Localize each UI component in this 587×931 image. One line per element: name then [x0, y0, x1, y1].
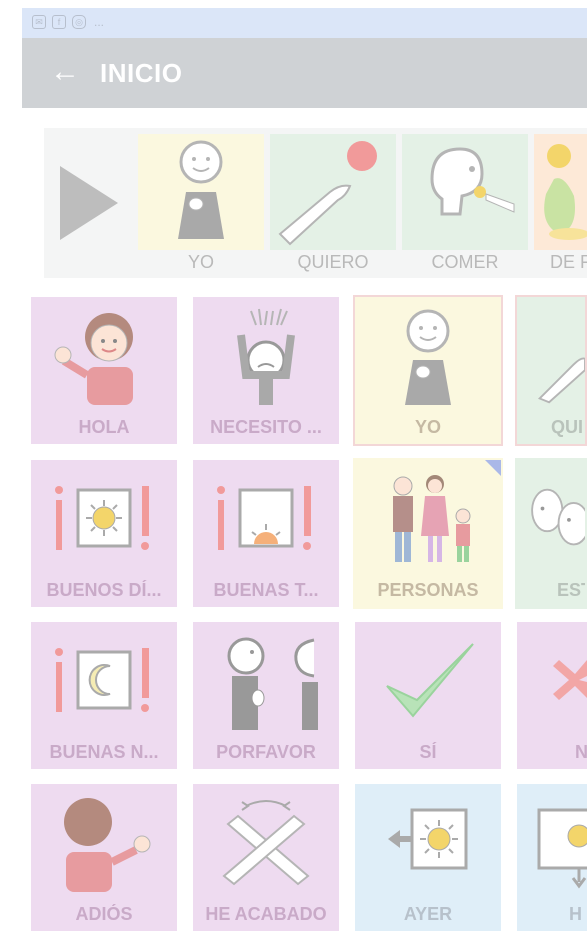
- mail-icon: ✉: [32, 15, 46, 29]
- sentence-word-label: YO: [187, 252, 214, 272]
- fruit-icon: [544, 144, 587, 240]
- girl-waving-goodbye-icon: [64, 798, 151, 892]
- play-icon[interactable]: [60, 166, 118, 240]
- two-people-asking-icon: [227, 637, 318, 730]
- tile-hoy[interactable]: H: [517, 784, 587, 931]
- person-eating-icon: [430, 147, 515, 216]
- tile-ayer[interactable]: AYER: [355, 784, 501, 931]
- tile-personas[interactable]: PERSONAS: [353, 458, 503, 609]
- tile-quiero[interactable]: QUI: [515, 295, 587, 446]
- tile-adios[interactable]: ADIÓS: [31, 784, 177, 931]
- tile-label: ADIÓS: [75, 904, 133, 924]
- status-bar: ✉ f ◎ ...: [22, 8, 587, 38]
- tile-label: YO: [414, 417, 441, 437]
- family-icon: [393, 475, 471, 562]
- more-notifications: ...: [94, 15, 105, 29]
- hand-reaching-icon: [537, 357, 585, 404]
- sentence-word-label: DE F: [550, 252, 587, 272]
- person-pointing-self-icon: [178, 140, 224, 239]
- page-title: INICIO: [100, 57, 183, 88]
- tile-buenos-dias[interactable]: BUENOS DÍ...: [31, 460, 177, 607]
- yesterday-sun-icon: [388, 808, 468, 870]
- night-moon-icon: [55, 648, 149, 712]
- sentence-word-comer[interactable]: [402, 134, 528, 250]
- tile-label: BUENOS DÍ...: [46, 580, 162, 600]
- cross-mark-icon: [553, 660, 587, 700]
- tile-si[interactable]: SÍ: [355, 622, 501, 769]
- facebook-icon: f: [52, 15, 66, 29]
- back-arrow-icon[interactable]: ←: [50, 57, 80, 87]
- tile-label: N: [575, 742, 587, 762]
- crossed-hands-finished-icon: [222, 800, 310, 886]
- tile-estados[interactable]: EST: [515, 458, 587, 609]
- girl-waving-icon: [54, 313, 133, 405]
- app-bar: ← INICIO: [22, 38, 587, 108]
- tile-label: EST: [557, 580, 585, 600]
- tile-label: H: [569, 904, 582, 924]
- tile-no[interactable]: N: [517, 622, 587, 769]
- tile-necesito[interactable]: NECESITO ...: [193, 297, 339, 444]
- tile-label: HE ACABADO: [205, 904, 327, 924]
- tile-buenas-noches[interactable]: BUENAS N...: [31, 622, 177, 769]
- sentence-word-de-fruta[interactable]: [534, 134, 587, 250]
- sentence-word-quiero[interactable]: [270, 134, 396, 250]
- today-sun-icon: [537, 808, 587, 889]
- sentence-bar: YO QUIERO COMER DE F: [44, 128, 587, 278]
- tile-label: NECESITO ...: [210, 417, 322, 437]
- tile-label: PERSONAS: [377, 580, 479, 600]
- tile-label: AYER: [403, 904, 453, 924]
- tile-buenas-tardes[interactable]: BUENAS T...: [193, 460, 339, 607]
- tile-yo[interactable]: YO: [353, 295, 503, 446]
- sentence-word-label: COMER: [431, 252, 499, 272]
- tile-he-acabado[interactable]: HE ACABADO: [193, 784, 339, 931]
- morning-sun-icon: [55, 486, 149, 550]
- tile-label: BUENAS T...: [213, 580, 319, 600]
- hand-reaching-ball-icon: [278, 141, 377, 246]
- instagram-icon: ◎: [72, 15, 86, 29]
- tile-label: QUI: [551, 417, 584, 437]
- tile-label: BUENAS N...: [49, 742, 159, 762]
- tile-porfavor[interactable]: PORFAVOR: [193, 622, 339, 769]
- emotion-faces-icon: [531, 488, 585, 546]
- tile-label: SÍ: [419, 742, 437, 762]
- afternoon-sun-icon: [217, 486, 311, 550]
- check-mark-icon: [386, 643, 474, 718]
- tile-label: HOLA: [78, 417, 130, 437]
- sentence-word-label: QUIERO: [297, 252, 369, 272]
- person-pointing-self-icon: [405, 309, 451, 405]
- tile-hola[interactable]: HOLA: [31, 297, 177, 444]
- person-needing-help-icon: [237, 308, 295, 405]
- sentence-word-yo[interactable]: [138, 134, 264, 250]
- tile-label: PORFAVOR: [216, 742, 316, 762]
